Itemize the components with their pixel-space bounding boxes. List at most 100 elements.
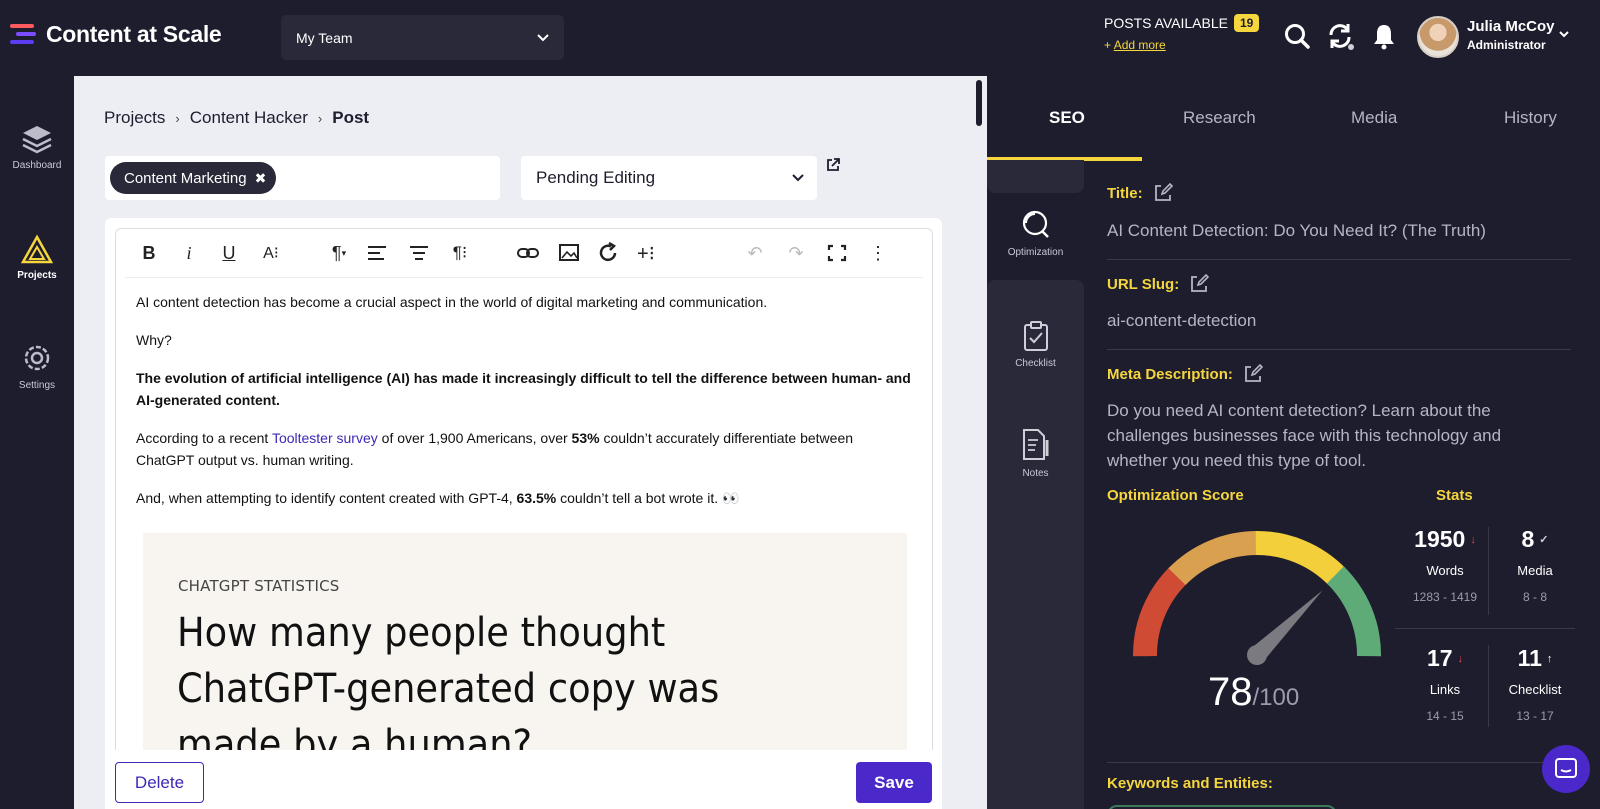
divider <box>1107 349 1571 350</box>
more-options-icon[interactable]: ⋮ <box>867 241 889 265</box>
image-icon[interactable] <box>558 241 580 265</box>
document-body[interactable]: AI content detection has become a crucia… <box>136 291 911 525</box>
breadcrumb-post: Post <box>332 108 370 127</box>
text-size-icon[interactable]: A⁝ <box>258 241 284 265</box>
stat-label: Links <box>1429 682 1461 697</box>
editor-toolbar: B i U A⁝ ¶ ▾ ¶⁝ +⁝ ↶ ↷ ⋮ <box>116 229 932 277</box>
tab-seo[interactable]: SEO <box>1049 108 1085 128</box>
paragraph-format-icon[interactable]: ¶ ▾ <box>324 241 354 265</box>
team-select[interactable]: My Team <box>281 15 564 60</box>
tab-research[interactable]: Research <box>1183 108 1256 128</box>
meta-description-value[interactable]: Do you need AI content detection? Learn … <box>1107 398 1562 473</box>
paragraph: And, when attempting to identify content… <box>136 490 740 506</box>
chevron-down-icon[interactable] <box>1558 30 1570 39</box>
tab-history[interactable]: History <box>1504 108 1557 128</box>
embedded-image[interactable]: CHATGPT STATISTICS How many people thoug… <box>143 533 907 758</box>
undo-icon[interactable]: ↶ <box>744 241 766 265</box>
rail-item-checklist[interactable]: Checklist <box>987 320 1084 369</box>
scrollbar[interactable] <box>976 80 982 126</box>
avatar[interactable] <box>1417 16 1459 58</box>
posts-count-badge: 19 <box>1233 14 1260 32</box>
tag-label: Content Marketing <box>124 169 247 187</box>
keyword-chip[interactable] <box>1107 805 1337 809</box>
keywords-title: Keywords and Entities: <box>1107 775 1273 792</box>
sidebar-item-dashboard[interactable]: Dashboard <box>0 124 74 171</box>
stat-checklist: 11 ↑ Checklist 13 - 17 <box>1490 645 1580 723</box>
link-icon[interactable] <box>516 241 540 265</box>
sync-icon[interactable] <box>1326 22 1354 50</box>
align-center-icon[interactable] <box>408 241 430 265</box>
stats-title: Stats <box>1436 487 1473 504</box>
edit-icon[interactable] <box>1153 183 1173 203</box>
url-slug-label: URL Slug: <box>1107 274 1210 294</box>
sidebar-item-settings[interactable]: Settings <box>0 342 74 391</box>
posts-available: POSTS AVAILABLE 19 + Add more <box>1104 14 1260 52</box>
bell-icon[interactable] <box>1370 22 1398 50</box>
status-value: Pending Editing <box>536 168 656 187</box>
gauge-segment-yellow <box>1255 531 1346 586</box>
sidebar-item-label: Dashboard <box>12 160 62 171</box>
sidebar-item-projects[interactable]: Projects <box>0 234 74 281</box>
paragraph-style-icon[interactable]: ¶⁝ <box>449 241 471 265</box>
external-link-icon[interactable] <box>825 157 841 173</box>
stats-divider <box>1488 527 1489 615</box>
rail-item-notes[interactable]: Notes <box>987 428 1084 479</box>
sidebar: Dashboard Projects Settings <box>0 76 74 809</box>
stat-value: 11 <box>1517 645 1542 671</box>
fullscreen-icon[interactable] <box>826 241 848 265</box>
breadcrumb: Projects › Content Hacker › Post <box>104 108 369 128</box>
arrow-up-icon: ↑ <box>1546 652 1553 665</box>
stat-value: 17 <box>1426 645 1453 671</box>
stat-media: 8 ✓ Media 8 - 8 <box>1490 526 1580 604</box>
user-name: Julia McCoy <box>1467 18 1555 35</box>
redo-icon[interactable]: ↷ <box>785 241 807 265</box>
breadcrumb-content-hacker[interactable]: Content Hacker <box>190 108 308 128</box>
edit-icon[interactable] <box>1189 274 1210 294</box>
save-button[interactable]: Save <box>856 762 932 803</box>
rail-item-optimization[interactable]: Optimization <box>987 209 1084 258</box>
insert-more-icon[interactable]: +⁝ <box>634 241 658 265</box>
optimization-icon <box>1022 210 1049 238</box>
editor-footer <box>105 750 942 809</box>
underline-icon[interactable]: U <box>218 241 240 265</box>
edit-icon[interactable] <box>1243 364 1263 384</box>
tab-media[interactable]: Media <box>1351 108 1397 128</box>
status-select[interactable]: Pending Editing <box>521 156 817 200</box>
italic-icon[interactable]: i <box>178 241 200 265</box>
check-icon: ✓ <box>1539 534 1549 546</box>
gauge-segment-red <box>1133 566 1188 657</box>
close-icon[interactable]: ✖ <box>255 170 267 187</box>
tags-input[interactable]: Content Marketing ✖ <box>105 156 500 200</box>
rich-text-editor[interactable]: B i U A⁝ ¶ ▾ ¶⁝ +⁝ ↶ ↷ ⋮ AI content detec… <box>115 228 933 758</box>
stat-range: 8 - 8 <box>1522 590 1547 604</box>
paragraph: According to a recent Tooltester survey … <box>136 430 854 468</box>
user-menu[interactable]: Julia McCoy Administrator <box>1467 18 1555 52</box>
stats-divider <box>1395 628 1575 629</box>
sidebar-item-label: Projects <box>17 270 57 281</box>
url-slug-value[interactable]: ai-content-detection <box>1107 308 1256 333</box>
redo-circle-icon[interactable] <box>597 241 619 265</box>
chat-button[interactable] <box>1542 745 1590 793</box>
logo-icon <box>10 20 38 48</box>
gear-icon <box>24 345 50 371</box>
logo[interactable]: Content at Scale <box>10 20 222 48</box>
tooltester-survey-link[interactable]: Tooltester survey <box>272 430 378 446</box>
stat-words: 1950 ↓ Words 1283 - 1419 <box>1400 526 1490 604</box>
tag-chip: Content Marketing ✖ <box>110 162 277 194</box>
chevron-down-icon <box>792 174 804 182</box>
stat-links: 17 ↓ Links 14 - 15 <box>1400 645 1490 723</box>
add-more-link[interactable]: + Add more <box>1104 38 1259 52</box>
breadcrumb-projects[interactable]: Projects <box>104 108 165 128</box>
gauge-needle <box>1247 590 1323 665</box>
stat-range: 13 - 17 <box>1516 709 1554 723</box>
stats-divider <box>1488 645 1489 727</box>
title-value[interactable]: AI Content Detection: Do You Need It? (T… <box>1107 218 1486 243</box>
paragraph: AI content detection has become a crucia… <box>136 294 768 310</box>
bold-icon[interactable]: B <box>138 241 160 265</box>
delete-button[interactable]: Delete <box>115 762 204 803</box>
top-bar: Content at Scale My Team POSTS AVAILABLE… <box>0 0 1600 76</box>
align-left-icon[interactable] <box>366 241 388 265</box>
title-label: Title: <box>1107 183 1173 203</box>
user-role: Administrator <box>1467 38 1546 52</box>
search-icon[interactable] <box>1283 22 1311 50</box>
